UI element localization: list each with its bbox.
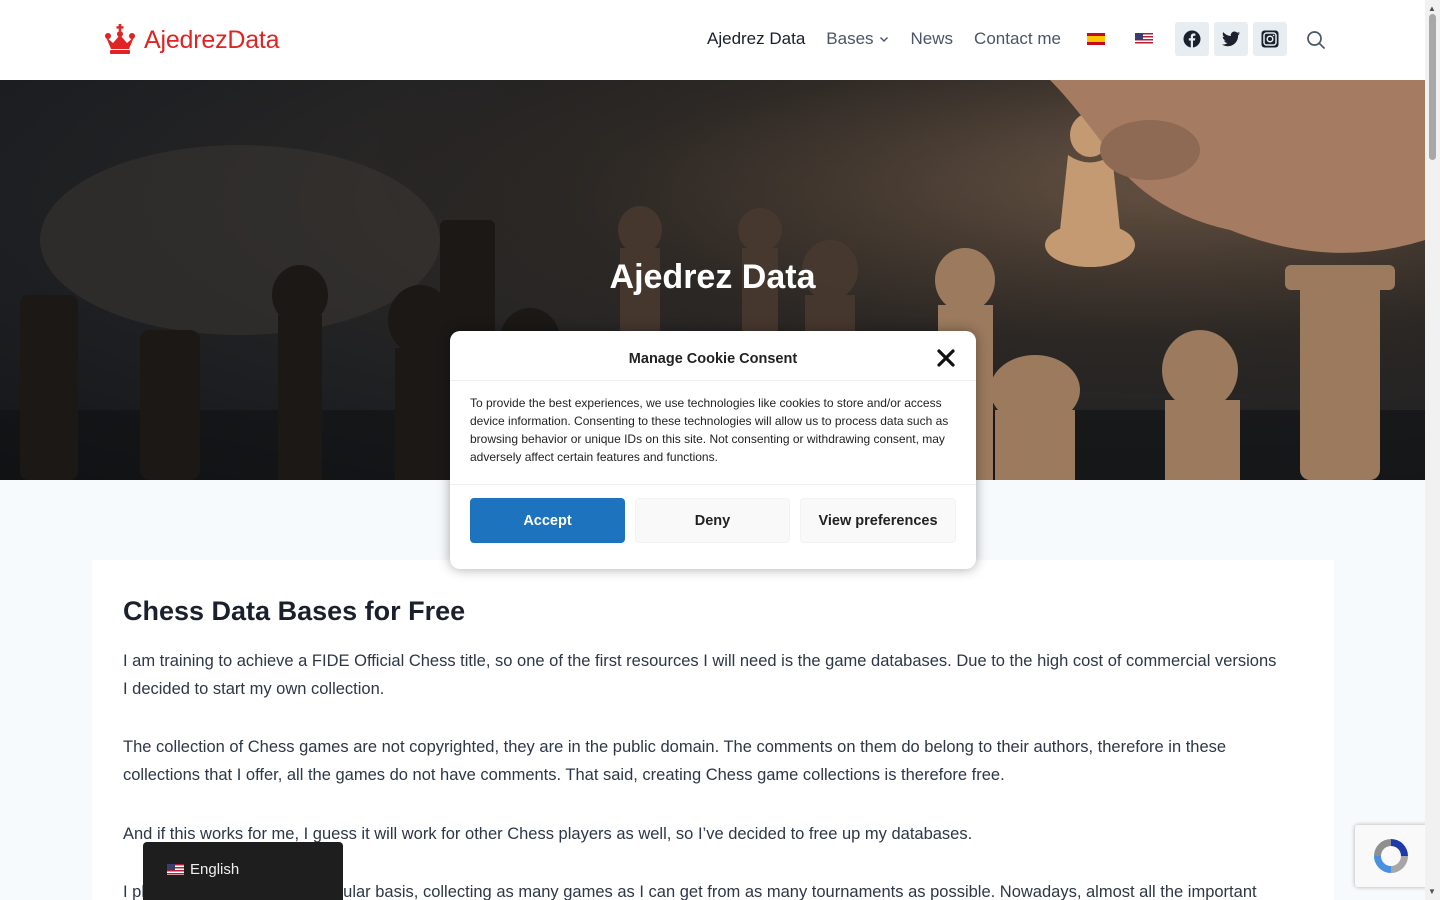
divider: [450, 484, 976, 485]
hero-title: Ajedrez Data: [609, 258, 816, 296]
accept-button[interactable]: Accept: [470, 498, 625, 543]
deny-button[interactable]: Deny: [635, 498, 790, 543]
language-label: English: [190, 860, 240, 878]
scroll-down-arrow-icon[interactable]: ▼: [1428, 887, 1436, 896]
site-header: AjedrezData Ajedrez Data Bases News Cont…: [0, 0, 1425, 80]
nav-item-contact[interactable]: Contact me: [974, 29, 1061, 49]
nav-item-news[interactable]: News: [911, 29, 954, 49]
main-nav: Ajedrez Data Bases News Contact me: [707, 29, 1183, 49]
us-flag-icon: [167, 863, 184, 875]
page-scrollbar[interactable]: ▲ ▼: [1425, 0, 1440, 900]
article-paragraph-1: I am training to achieve a FIDE Official…: [123, 652, 1277, 698]
facebook-button[interactable]: [1175, 22, 1209, 56]
site-logo-text: AjedrezData: [144, 25, 280, 54]
article-paragraph-2: The collection of Chess games are not co…: [123, 738, 1227, 784]
cookie-consent-dialog: Manage Cookie Consent To provide the bes…: [450, 331, 976, 569]
search-icon[interactable]: [1305, 29, 1327, 51]
spanish-flag-icon[interactable]: [1086, 33, 1105, 45]
twitter-button[interactable]: [1214, 22, 1248, 56]
view-preferences-button[interactable]: View preferences: [800, 498, 956, 543]
instagram-button[interactable]: [1253, 22, 1287, 56]
nav-item-bases[interactable]: Bases: [826, 29, 889, 49]
cookie-dialog-text: To provide the best experiences, we use …: [470, 396, 949, 464]
us-flag-icon[interactable]: [1134, 33, 1153, 45]
social-links: [1175, 22, 1292, 56]
facebook-icon: [1183, 30, 1201, 48]
crown-logo-icon: [105, 24, 135, 54]
recaptcha-icon: [1374, 839, 1408, 873]
language-switcher[interactable]: English: [143, 842, 343, 900]
recaptcha-badge[interactable]: [1355, 825, 1427, 887]
nav-item-bases-label: Bases: [826, 29, 874, 48]
scrollbar-thumb[interactable]: [1429, 14, 1436, 160]
chevron-down-icon: [879, 37, 888, 42]
scroll-up-arrow-icon[interactable]: ▲: [1428, 4, 1436, 13]
twitter-icon: [1222, 31, 1240, 47]
close-icon[interactable]: [936, 348, 956, 368]
nav-item-ajedrez-data[interactable]: Ajedrez Data: [707, 29, 805, 49]
divider: [450, 380, 976, 381]
article-title: Chess Data Bases for Free: [123, 596, 466, 626]
instagram-icon: [1261, 30, 1279, 48]
site-logo[interactable]: AjedrezData: [104, 24, 280, 56]
cookie-dialog-title: Manage Cookie Consent: [628, 351, 798, 367]
